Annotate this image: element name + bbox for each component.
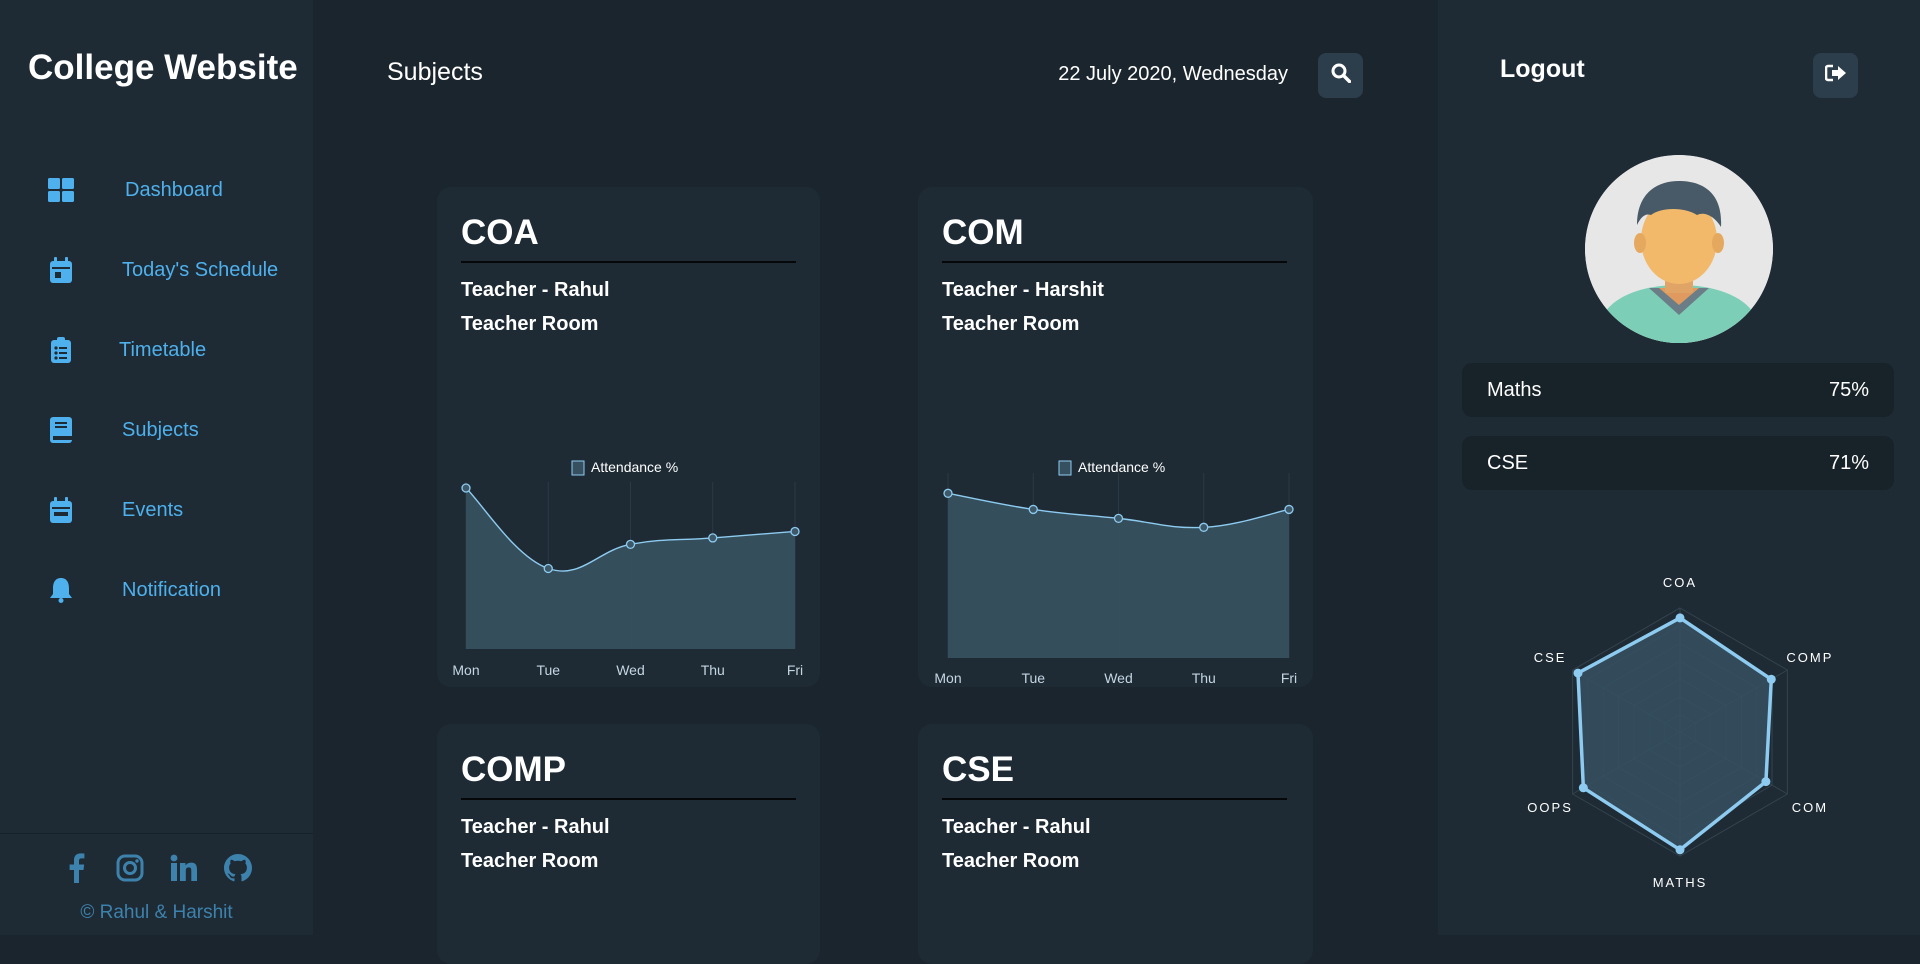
- subject-radar-chart: COA COMP COM MATHS OOPS CSE: [1527, 575, 1833, 890]
- data-point-fri: [1284, 504, 1294, 515]
- radar-axis-label: CSE: [1534, 650, 1567, 665]
- teacher-name: Teacher - Rahul: [461, 816, 610, 838]
- logout-button[interactable]: [1813, 53, 1858, 98]
- data-point-fri: [790, 526, 800, 537]
- sidebar-item-label: Subjects: [122, 418, 199, 441]
- stat-subject: Maths: [1487, 378, 1542, 401]
- legend-label: Attendance %: [1078, 459, 1165, 475]
- sidebar-item-notification[interactable]: Notification: [48, 570, 221, 610]
- calendar-icon: [48, 257, 74, 283]
- radar-point-comp: [1766, 674, 1776, 684]
- data-point-wed: [1113, 513, 1124, 524]
- calendar-event-icon: [48, 497, 74, 523]
- sidebar-item-timetable[interactable]: Timetable: [48, 330, 206, 370]
- radar-point-coa: [1675, 613, 1685, 623]
- x-tick-label: Fri: [1281, 670, 1297, 686]
- teacher-name: Teacher - Rahul: [942, 816, 1091, 838]
- x-tick-label: Tue: [536, 662, 560, 678]
- instagram-icon[interactable]: [114, 852, 146, 884]
- sidebar-item-events[interactable]: Events: [48, 490, 183, 530]
- sidebar-item-label: Timetable: [119, 338, 207, 361]
- github-icon[interactable]: [222, 852, 254, 884]
- page-title: Subjects: [387, 58, 483, 86]
- sign-out-icon: [1824, 64, 1847, 87]
- data-point-wed: [625, 539, 636, 550]
- radar-point-com: [1761, 777, 1771, 787]
- x-tick-label: Mon: [452, 662, 479, 678]
- chart-legend: Attendance %: [571, 459, 678, 476]
- attendance-chart-coa: Attendance % Mon Tue Wed Thu Fri: [452, 459, 803, 678]
- sidebar-item-label: Notification: [122, 578, 221, 601]
- radar-point-maths: [1675, 845, 1685, 855]
- data-point-tue: [1028, 504, 1038, 515]
- stat-row-cse: CSE 71%: [1462, 436, 1894, 490]
- legend-label: Attendance %: [591, 459, 678, 475]
- x-tick-label: Thu: [1192, 670, 1216, 686]
- subject-card-coa[interactable]: COA Teacher - Rahul Teacher Room Attenda…: [437, 187, 820, 687]
- facebook-icon[interactable]: [60, 852, 92, 884]
- stat-value: 75%: [1828, 378, 1869, 401]
- app-title: College Website: [28, 48, 298, 87]
- data-point-thu: [1199, 522, 1209, 532]
- linkedin-icon[interactable]: [168, 852, 200, 884]
- book-icon: [48, 417, 74, 443]
- x-tick-label: Wed: [616, 662, 645, 678]
- subject-name: CSE: [942, 750, 1014, 789]
- teacher-room: Teacher Room: [461, 850, 599, 872]
- x-tick-label: Wed: [1104, 670, 1133, 686]
- data-point-thu: [708, 533, 718, 543]
- user-avatar-icon: [1585, 155, 1773, 343]
- copyright-text: © Rahul & Harshit: [80, 902, 233, 923]
- x-tick-label: Tue: [1021, 670, 1045, 686]
- sidebar-item-label: Events: [122, 498, 184, 521]
- logout-link[interactable]: Logout: [1500, 55, 1585, 84]
- radar-series-area: [1576, 616, 1774, 852]
- chart-legend: Attendance %: [1058, 459, 1165, 476]
- subject-card-com[interactable]: COM Teacher - Harshit Teacher Room Atten…: [918, 187, 1313, 687]
- subject-card-cse[interactable]: CSE Teacher - Rahul Teacher Room: [918, 724, 1313, 964]
- search-button[interactable]: [1318, 53, 1363, 98]
- x-tick-label: Thu: [701, 662, 725, 678]
- sidebar-item-label: Today's Schedule: [122, 258, 279, 281]
- data-point-mon: [943, 488, 953, 498]
- stat-row-maths: Maths 75%: [1462, 363, 1894, 417]
- x-tick-label: Fri: [787, 662, 803, 678]
- sidebar-item-label: Dashboard: [125, 178, 223, 201]
- sidebar: College Website Dashboard Today's Schedu…: [0, 0, 313, 935]
- teacher-room: Teacher Room: [942, 850, 1080, 872]
- sidebar-divider: [0, 833, 313, 834]
- radar-axis-label: COM: [1792, 800, 1828, 815]
- legend-swatch: [571, 460, 585, 476]
- search-icon: [1331, 63, 1351, 88]
- radar-axis-label: OOPS: [1527, 800, 1573, 815]
- radar-point-oops: [1578, 783, 1588, 793]
- subject-name: COMP: [461, 750, 566, 789]
- sidebar-item-dashboard[interactable]: Dashboard: [48, 170, 223, 210]
- divider: [461, 798, 796, 800]
- social-links: [60, 852, 254, 884]
- data-point-mon: [461, 483, 471, 493]
- sidebar-item-todays-schedule[interactable]: Today's Schedule: [48, 250, 278, 290]
- sidebar-item-subjects[interactable]: Subjects: [48, 410, 199, 450]
- stat-subject: CSE: [1487, 451, 1529, 474]
- subject-card-comp[interactable]: COMP Teacher - Rahul Teacher Room: [437, 724, 820, 964]
- legend-swatch: [1058, 460, 1072, 476]
- radar-point-cse: [1573, 668, 1583, 678]
- attendance-chart-com: Attendance % Mon Tue Wed Thu Fri: [934, 459, 1297, 686]
- x-tick-label: Mon: [934, 670, 961, 686]
- radar-axis-label: COMP: [1786, 650, 1833, 665]
- radar-axis-label: COA: [1663, 575, 1697, 590]
- current-date: 22 July 2020, Wednesday: [1058, 63, 1288, 85]
- profile-panel: Logout Maths 75% CSE 71% COA COMP COM MATHS…: [1438, 0, 1920, 935]
- data-point-tue: [543, 563, 553, 574]
- clipboard-list-icon: [48, 337, 74, 363]
- stat-value: 71%: [1828, 451, 1869, 474]
- bell-icon: [48, 577, 74, 603]
- dashboard-icon: [48, 177, 74, 203]
- divider: [942, 798, 1287, 800]
- radar-axis-label: MATHS: [1653, 875, 1708, 890]
